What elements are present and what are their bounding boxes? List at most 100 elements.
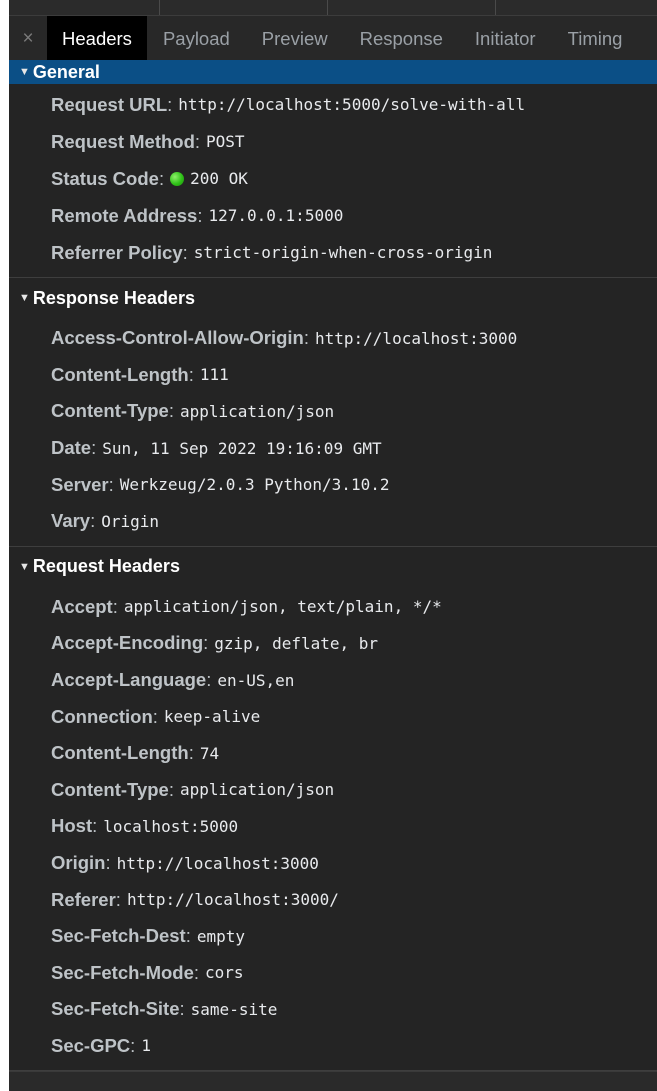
request-headers-section: ▼ Request Headers Accept: application/js…	[9, 547, 657, 1072]
header-name: Accept-Language	[51, 669, 207, 691]
devtools-network-panel: × Headers Payload Preview Response Initi…	[0, 0, 657, 1091]
header-value: en-US,en	[217, 670, 295, 690]
header-value: http://localhost:3000/	[126, 890, 339, 910]
header-row: Accept-Language: en-US,en	[51, 669, 295, 691]
request-headers-section-header[interactable]: ▼ Request Headers	[9, 547, 657, 587]
header-row: Content-Type: application/json	[51, 400, 335, 422]
header-name: Connection	[51, 705, 153, 727]
header-name: Accept-Encoding	[51, 632, 204, 654]
column-divider	[495, 0, 496, 15]
triangle-down-icon: ▼	[19, 66, 30, 78]
header-name: Sec-GPC	[51, 1034, 131, 1056]
header-name: Content-Type	[51, 778, 169, 800]
header-name: Date	[51, 437, 92, 459]
header-row: Sec-GPC: 1	[51, 1034, 151, 1056]
header-value: 127.0.0.1:5000	[208, 206, 344, 225]
header-name: Sec-Fetch-Dest	[51, 925, 186, 947]
header-name: Request URL	[51, 93, 168, 115]
header-value: 111	[199, 365, 229, 385]
header-value: 1	[141, 1036, 151, 1056]
response-headers-section: ▼ Response Headers Access-Control-Allow-…	[9, 278, 657, 547]
header-row: Server: Werkzeug/2.0.3 Python/3.10.2	[51, 473, 390, 495]
header-row: Host: localhost:5000	[51, 815, 239, 837]
header-value: http://localhost:5000/solve-with-all	[178, 95, 526, 114]
header-value: keep-alive	[163, 707, 261, 727]
header-name: Host	[51, 815, 93, 837]
header-row: Sec-Fetch-Site: same-site	[51, 998, 278, 1020]
header-name: Sec-Fetch-Mode	[51, 961, 194, 983]
header-value: http://localhost:3000	[116, 853, 319, 873]
header-name: Content-Length	[51, 742, 189, 764]
tab-response[interactable]: Response	[344, 16, 459, 62]
header-name: Sec-Fetch-Site	[51, 998, 180, 1020]
header-row: Sec-Fetch-Dest: empty	[51, 925, 245, 947]
header-row: Sec-Fetch-Mode: cors	[51, 961, 244, 983]
header-value: gzip, deflate, br	[214, 633, 379, 653]
header-name: Remote Address	[51, 204, 198, 226]
section-title: General	[32, 61, 100, 82]
tab-headers[interactable]: Headers	[47, 16, 147, 62]
header-value: POST	[206, 132, 245, 151]
header-name: Referer	[51, 888, 116, 910]
header-value: same-site	[190, 999, 278, 1019]
header-row: Accept: application/json, text/plain, */…	[51, 595, 442, 617]
header-row: Content-Length: 74	[51, 742, 220, 764]
header-value: application/json, text/plain, */*	[123, 597, 442, 617]
header-row: Origin: http://localhost:3000	[51, 852, 319, 874]
header-value: localhost:5000	[103, 816, 239, 836]
section-title: Response Headers	[32, 287, 195, 308]
header-name: Content-Type	[51, 400, 169, 422]
panel-top-strip	[9, 0, 657, 16]
triangle-down-icon: ▼	[19, 292, 30, 304]
header-name: Request Method	[51, 130, 195, 152]
header-value: http://localhost:3000	[315, 328, 518, 348]
header-name: Status Code	[51, 167, 159, 189]
header-name: Origin	[51, 852, 106, 874]
header-row: Referrer Policy: strict-origin-when-cros…	[51, 241, 493, 263]
status-dot-icon	[170, 171, 185, 186]
header-row: Content-Length: 111	[51, 363, 229, 385]
header-value: application/json	[179, 780, 335, 800]
header-name: Server	[51, 473, 109, 495]
column-divider	[327, 0, 328, 15]
tab-initiator[interactable]: Initiator	[459, 16, 552, 62]
header-row: Vary: Origin	[51, 510, 160, 532]
header-name: Content-Length	[51, 363, 189, 385]
header-row: Status Code: 200 OK	[51, 167, 248, 189]
header-value: 74	[199, 743, 220, 763]
header-name: Vary	[51, 510, 91, 532]
triangle-down-icon: ▼	[19, 560, 30, 573]
header-row: Content-Type: application/json	[51, 778, 335, 800]
section-title: Request Headers	[32, 556, 180, 577]
header-value: application/json	[179, 401, 335, 421]
header-row: Date: Sun, 11 Sep 2022 19:16:09 GMT	[51, 437, 382, 459]
header-row: Connection: keep-alive	[51, 705, 261, 727]
header-row: Remote Address: 127.0.0.1:5000	[51, 204, 344, 226]
general-section: ▼ General Request URL: http://localhost:…	[9, 60, 657, 278]
detail-tab-bar: × Headers Payload Preview Response Initi…	[9, 16, 657, 63]
header-value: Werkzeug/2.0.3 Python/3.10.2	[119, 475, 390, 495]
close-icon[interactable]: ×	[9, 16, 47, 62]
header-value: cors	[205, 963, 244, 983]
header-row: Referer: http://localhost:3000/	[51, 888, 339, 910]
tab-payload[interactable]: Payload	[147, 16, 246, 62]
header-value: empty	[196, 926, 245, 946]
header-value: strict-origin-when-cross-origin	[193, 243, 493, 262]
header-row: Accept-Encoding: gzip, deflate, br	[51, 632, 379, 654]
general-rows: Request URL: http://localhost:5000/solve…	[9, 84, 657, 277]
header-name: Access-Control-Allow-Origin	[51, 327, 304, 349]
tab-timing[interactable]: Timing	[552, 16, 639, 62]
header-row: Request Method: POST	[51, 130, 245, 152]
panel-bottom	[9, 1071, 657, 1091]
column-divider	[159, 0, 160, 15]
header-name: Accept	[51, 595, 113, 617]
header-value: Origin	[101, 511, 160, 531]
tab-preview[interactable]: Preview	[246, 16, 344, 62]
header-value: 200 OK	[190, 169, 248, 188]
header-row: Access-Control-Allow-Origin: http://loca…	[51, 327, 518, 349]
response-headers-rows: Access-Control-Allow-Origin: http://loca…	[9, 318, 657, 546]
request-headers-rows: Accept: application/json, text/plain, */…	[9, 587, 657, 1071]
general-section-header[interactable]: ▼ General	[9, 60, 657, 84]
response-headers-section-header[interactable]: ▼ Response Headers	[9, 278, 657, 318]
header-name: Referrer Policy	[51, 241, 183, 263]
